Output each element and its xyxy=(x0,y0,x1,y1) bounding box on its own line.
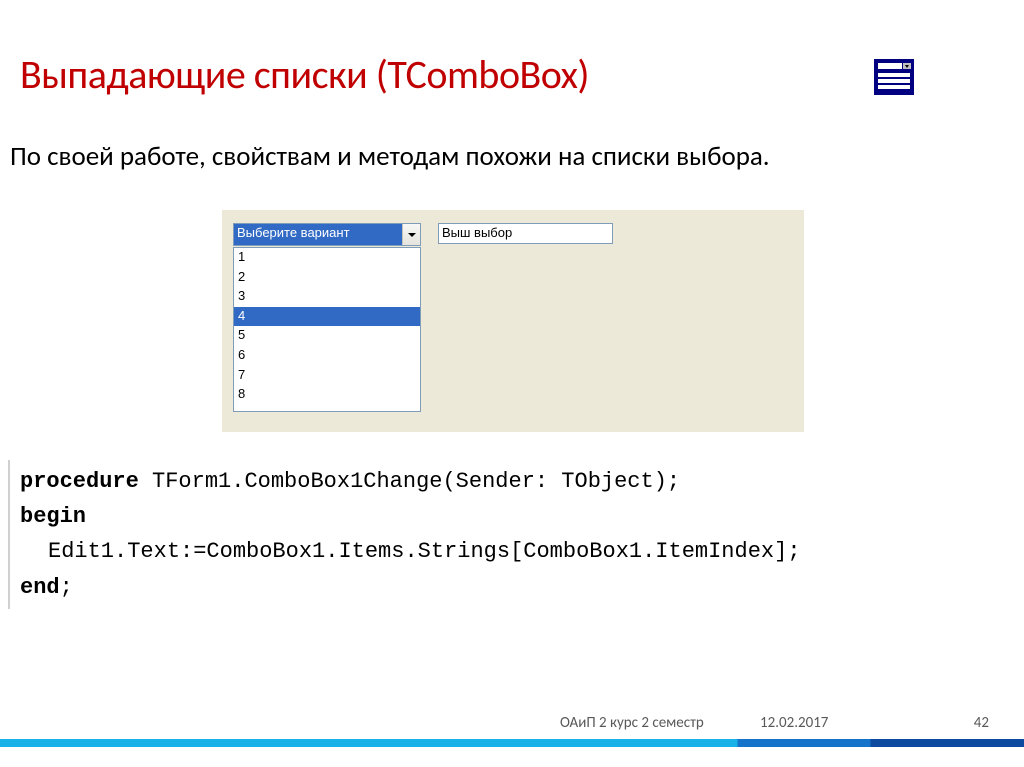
footer-date: 12.02.2017 xyxy=(760,714,828,732)
footer-bar xyxy=(0,739,1024,747)
list-item[interactable]: 2 xyxy=(234,268,420,288)
combobox-dropdown-button[interactable] xyxy=(402,224,420,245)
body-text: По своей работе, свойствам и методам пох… xyxy=(10,140,910,174)
list-item[interactable]: 8 xyxy=(234,385,420,405)
combobox[interactable]: Выберите вариант xyxy=(233,223,421,246)
list-item[interactable]: 6 xyxy=(234,346,420,366)
code-line: end; xyxy=(20,570,1020,605)
list-item[interactable]: 5 xyxy=(234,326,420,346)
combobox-icon xyxy=(858,38,930,115)
code-line: Edit1.Text:=ComboBox1.Items.Strings[Comb… xyxy=(20,534,1020,569)
code-line: procedure TForm1.ComboBox1Change(Sender:… xyxy=(20,464,1020,499)
combobox-text: Выберите вариант xyxy=(234,224,402,245)
list-item[interactable]: 1 xyxy=(234,248,420,268)
slide-title: Выпадающие списки (TComboBox) xyxy=(20,50,589,99)
code-line: begin xyxy=(20,499,1020,534)
list-item[interactable]: 4 xyxy=(234,307,420,327)
combobox-listbox[interactable]: 12345678 xyxy=(233,247,421,412)
list-item[interactable]: 7 xyxy=(234,366,420,386)
form-demo-area: Выберите вариант 12345678 Выш выбор xyxy=(222,210,804,432)
edit-field[interactable]: Выш выбор xyxy=(438,223,613,244)
footer-course: ОАиП 2 курс 2 семестр xyxy=(560,714,704,732)
list-item[interactable]: 3 xyxy=(234,287,420,307)
footer-page: 42 xyxy=(974,714,989,732)
code-block: procedure TForm1.ComboBox1Change(Sender:… xyxy=(8,460,1020,609)
